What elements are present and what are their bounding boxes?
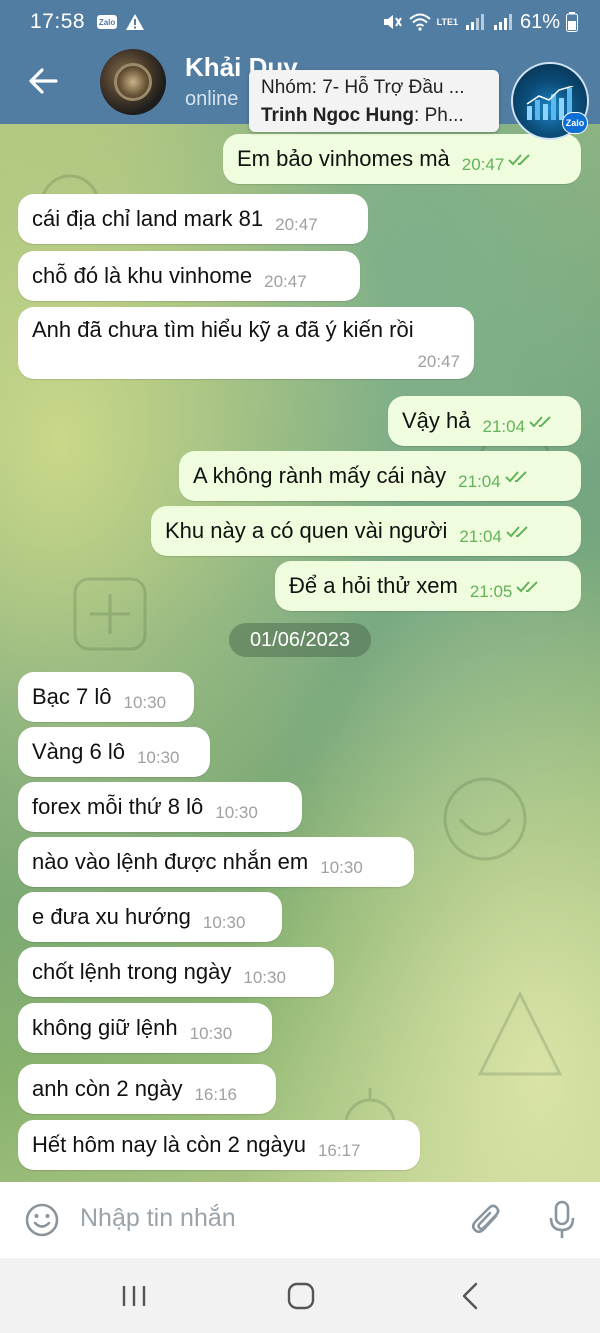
- date-divider: 01/06/2023: [229, 623, 371, 657]
- mic-icon[interactable]: [548, 1200, 576, 1240]
- contact-status: online: [185, 88, 239, 110]
- warning-icon: [126, 14, 145, 30]
- message-bubble-in[interactable]: không giữ lệnh 10:30: [18, 1003, 272, 1053]
- message-text: Em bảo vinhomes mà: [237, 146, 450, 171]
- message-bubble-out[interactable]: A không rành mấy cái này 21:04: [179, 451, 581, 501]
- message-time: 20:47: [417, 352, 460, 371]
- chat-area[interactable]: Em bảo vinhomes mà 20:47 cái địa chỉ land…: [0, 124, 600, 1182]
- message-text: Hết hôm nay là còn 2 ngàyu: [32, 1132, 306, 1157]
- recent-apps-icon[interactable]: [120, 1284, 148, 1308]
- doodle-icon: [477, 990, 563, 1076]
- zalo-badge: Zalo: [562, 112, 588, 134]
- message-text: e đưa xu hướng: [32, 904, 191, 929]
- notification-preview: : Ph...: [414, 105, 464, 126]
- message-time: 10:30: [320, 858, 363, 877]
- message-bubble-out[interactable]: Vậy hả 21:04: [388, 396, 581, 446]
- doodle-icon: [73, 577, 147, 651]
- mute-icon: [383, 15, 402, 29]
- message-time: 10:30: [215, 803, 258, 822]
- message-text: nào vào lệnh được nhắn em: [32, 849, 309, 874]
- message-text: Khu này a có quen vài người: [165, 518, 448, 543]
- message-text: forex mỗi thứ 8 lô: [32, 794, 204, 819]
- double-check-icon: [506, 526, 528, 538]
- message-text: anh còn 2 ngày: [32, 1076, 183, 1101]
- status-time: 17:58: [30, 10, 86, 33]
- message-bubble-in[interactable]: Vàng 6 lô 10:30: [18, 727, 210, 777]
- message-bubble-in[interactable]: Hết hôm nay là còn 2 ngàyu 16:17: [18, 1120, 420, 1170]
- message-text: A không rành mấy cái này: [193, 463, 447, 488]
- message-bubble-in[interactable]: e đưa xu hướng 10:30: [18, 892, 282, 942]
- message-time: 10:30: [123, 693, 167, 712]
- double-check-icon: [504, 471, 527, 483]
- message-text: không giữ lệnh: [32, 1015, 178, 1040]
- message-time: 20:47: [264, 272, 307, 291]
- volte-label: LTE1: [436, 16, 458, 27]
- message-input[interactable]: Nhập tin nhắn: [80, 1204, 236, 1233]
- message-bubble-in[interactable]: chỗ đó là khu vinhome 20:47: [18, 251, 360, 301]
- message-text: Bạc 7 lô: [32, 684, 112, 709]
- notification-sender: Trinh Ngoc Hung: [261, 105, 415, 126]
- battery-percent: 61%: [519, 10, 560, 33]
- message-time: 10:30: [202, 913, 246, 932]
- message-bubble-out[interactable]: Em bảo vinhomes mà 20:47: [223, 134, 581, 184]
- message-time: 21:04: [459, 527, 502, 546]
- back-arrow-icon[interactable]: [26, 64, 60, 98]
- message-time: 10:30: [243, 968, 286, 987]
- message-text: cái địa chỉ land mark 81: [32, 206, 264, 231]
- wifi-icon: [408, 13, 431, 31]
- message-time: 21:04: [482, 417, 526, 436]
- smile-icon[interactable]: [24, 1202, 60, 1238]
- message-time: 21:04: [458, 472, 501, 491]
- contact-avatar[interactable]: [100, 49, 166, 115]
- message-bubble-in[interactable]: forex mỗi thứ 8 lô 10:30: [18, 782, 302, 832]
- message-text: chỗ đó là khu vinhome: [32, 263, 253, 288]
- message-time: 10:30: [189, 1024, 233, 1043]
- home-icon[interactable]: [287, 1282, 315, 1310]
- message-text: Vậy hả: [402, 408, 471, 433]
- message-time: 20:47: [275, 215, 318, 234]
- message-time: 21:05: [469, 582, 513, 601]
- paperclip-icon[interactable]: [470, 1202, 504, 1238]
- message-time: 20:47: [461, 155, 505, 174]
- message-bubble-out[interactable]: Để a hỏi thử xem 21:05: [275, 561, 581, 611]
- message-bubble-in[interactable]: nào vào lệnh được nhắn em 10:30: [18, 837, 414, 887]
- zalo-notification-icon: Zalo: [97, 15, 118, 29]
- signal-2-icon: [493, 14, 512, 30]
- message-time: 16:16: [194, 1085, 238, 1104]
- message-bubble-in[interactable]: Bạc 7 lô 10:30: [18, 672, 194, 722]
- message-text: Để a hỏi thử xem: [289, 573, 458, 598]
- floating-notification[interactable]: Nhóm: 7- Hỗ Trợ Đầu ... Trinh Ngoc Hung:…: [249, 70, 499, 132]
- message-bubble-in[interactable]: anh còn 2 ngày 16:16: [18, 1064, 276, 1114]
- system-navigation-bar: [0, 1258, 600, 1333]
- message-text: chốt lệnh trong ngày: [32, 959, 232, 984]
- battery-icon: [566, 12, 578, 32]
- nav-back-icon[interactable]: [460, 1282, 480, 1310]
- double-check-icon: [516, 581, 539, 593]
- doodle-icon: [443, 777, 527, 861]
- signal-icon: [465, 14, 484, 30]
- message-time: 16:17: [317, 1141, 361, 1160]
- message-text: Vàng 6 lô: [32, 739, 125, 764]
- message-time: 10:30: [136, 748, 180, 767]
- status-bar: 17:58 Zalo LTE1 61%: [0, 0, 600, 44]
- message-text: Anh đã chưa tìm hiểu kỹ a đã ý kiến rồi: [32, 317, 414, 342]
- message-bubble-in[interactable]: chốt lệnh trong ngày 10:30: [18, 947, 334, 997]
- double-check-icon: [529, 416, 551, 428]
- message-bubble-in[interactable]: Anh đã chưa tìm hiểu kỹ a đã ý kiến rồi …: [18, 307, 474, 379]
- message-bubble-out[interactable]: Khu này a có quen vài người 21:04: [151, 506, 581, 556]
- notification-group: Nhóm: 7- Hỗ Trợ Đầu ...: [261, 77, 465, 98]
- message-bubble-in[interactable]: cái địa chỉ land mark 81 20:47: [18, 194, 368, 244]
- double-check-icon: [508, 154, 531, 166]
- message-input-bar: Nhập tin nhắn: [0, 1182, 600, 1258]
